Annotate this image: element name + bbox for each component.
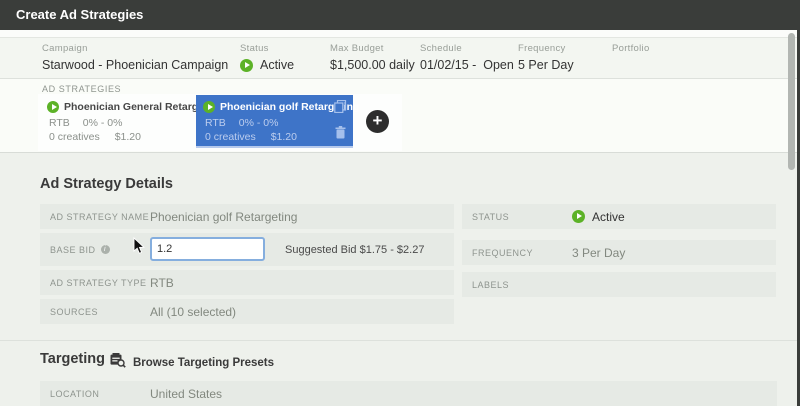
ad-strategy-name-value: Phoenician golf Retargeting — [150, 209, 298, 224]
location-label: LOCATION — [50, 389, 100, 399]
duplicate-strategy-icon[interactable] — [334, 99, 347, 114]
status-active-icon — [572, 210, 585, 223]
browse-targeting-presets-button[interactable]: Browse Targeting Presets — [110, 353, 274, 373]
ad-strategy-name-label: AD STRATEGY NAME — [50, 211, 150, 222]
targeting-heading: Targeting — [40, 351, 105, 367]
ad-strategy-name-row: AD STRATEGY NAME Phoenician golf Retarge… — [40, 204, 454, 229]
strategy-cards-strip: Phoenician General Retargeting RTB 0% - … — [38, 94, 402, 151]
base-bid-row: BASE BID Suggested Bid $1.75 - $2.27 — [40, 233, 454, 266]
strategy-active-icon — [47, 101, 59, 113]
strategy-percent: 0% - 0% — [238, 117, 279, 129]
schedule-label: Schedule — [420, 43, 463, 54]
targeting-presets-icon — [110, 353, 126, 373]
detail-frequency-label: FREQUENCY — [472, 247, 534, 258]
frequency-row: FREQUENCY 3 Per Day — [462, 240, 776, 265]
strategy-type: RTB — [205, 117, 226, 129]
campaign-field: Campaign Starwood - Phoenician Campaign — [42, 43, 228, 72]
ad-strategy-details-section: Ad Strategy Details AD STRATEGY NAME Pho… — [0, 154, 800, 341]
sub-band — [0, 30, 800, 38]
strategy-card-general-retargeting[interactable]: Phoenician General Retargeting RTB 0% - … — [40, 95, 223, 148]
status-field: Status Active — [240, 43, 294, 72]
strategy-type: RTB — [49, 117, 70, 129]
ad-strategy-type-row: AD STRATEGY TYPE RTB — [40, 270, 454, 295]
detail-status-value: Active — [592, 209, 625, 224]
max-budget-label: Max Budget — [330, 43, 384, 54]
location-row: LOCATION United States — [40, 381, 777, 406]
portfolio-field: Portfolio — [612, 43, 650, 58]
sources-row: SOURCES All (10 selected) — [40, 299, 454, 324]
base-bid-label: BASE BID — [50, 244, 96, 255]
schedule-field: Schedule 01/02/15 - Open — [420, 43, 514, 72]
strategy-bid: $1.20 — [114, 131, 141, 143]
campaign-name: Starwood - Phoenician Campaign — [42, 58, 229, 72]
base-bid-input[interactable] — [150, 237, 265, 261]
title-bar: Create Ad Strategies — [0, 0, 800, 30]
max-budget-field: Max Budget $1,500.00 daily — [330, 43, 415, 72]
suggested-bid-text: Suggested Bid $1.75 - $2.27 — [285, 243, 425, 256]
details-heading: Ad Strategy Details — [40, 176, 173, 192]
strategy-active-icon — [203, 101, 215, 113]
detail-frequency-value: 3 Per Day — [572, 245, 626, 260]
frequency-label: Frequency — [518, 43, 566, 54]
strategy-creatives: 0 creatives — [49, 131, 100, 143]
status-active-icon — [240, 58, 253, 72]
delete-strategy-icon[interactable] — [335, 126, 346, 139]
status-label: Status — [240, 43, 269, 54]
status-value: Active — [260, 58, 295, 72]
ad-strategy-type-value: RTB — [150, 275, 174, 290]
strategy-bid: $1.20 — [270, 131, 297, 143]
strategy-percent: 0% - 0% — [82, 117, 123, 129]
targeting-section: Targeting Browse Targeting Presets LOCAT… — [0, 341, 800, 406]
strategy-card-golf-retargeting-selected[interactable]: Phoenician golf Retargeting RTB 0% - 0% … — [196, 95, 359, 148]
frequency-value: 5 Per Day — [518, 58, 574, 72]
detail-status-label: STATUS — [472, 211, 510, 222]
page-title: Create Ad Strategies — [16, 7, 144, 22]
campaign-summary-row: Campaign Starwood - Phoenician Campaign … — [0, 38, 800, 79]
labels-row: LABELS — [462, 272, 776, 297]
portfolio-label: Portfolio — [612, 43, 650, 54]
strategy-creatives: 0 creatives — [205, 131, 256, 143]
ad-strategy-type-label: AD STRATEGY TYPE — [50, 277, 147, 288]
labels-label: LABELS — [472, 279, 510, 290]
schedule-value: 01/02/15 - Open — [420, 58, 514, 72]
location-value: United States — [150, 387, 223, 401]
add-strategy-button[interactable]: + — [366, 110, 389, 133]
sources-value: All (10 selected) — [150, 304, 237, 319]
ad-strategies-section-label: AD STRATEGIES — [42, 84, 122, 94]
max-budget-value: $1,500.00 daily — [330, 58, 415, 72]
frequency-field: Frequency 5 Per Day — [518, 43, 574, 72]
sources-label: SOURCES — [50, 306, 99, 317]
ad-strategies-section: AD STRATEGIES Phoenician General Retarge… — [0, 79, 800, 153]
status-row: STATUS Active — [462, 204, 776, 229]
vertical-scrollbar-thumb[interactable] — [788, 33, 795, 170]
info-icon[interactable] — [100, 245, 110, 254]
campaign-label: Campaign — [42, 43, 88, 54]
browse-targeting-presets-label: Browse Targeting Presets — [133, 357, 275, 369]
